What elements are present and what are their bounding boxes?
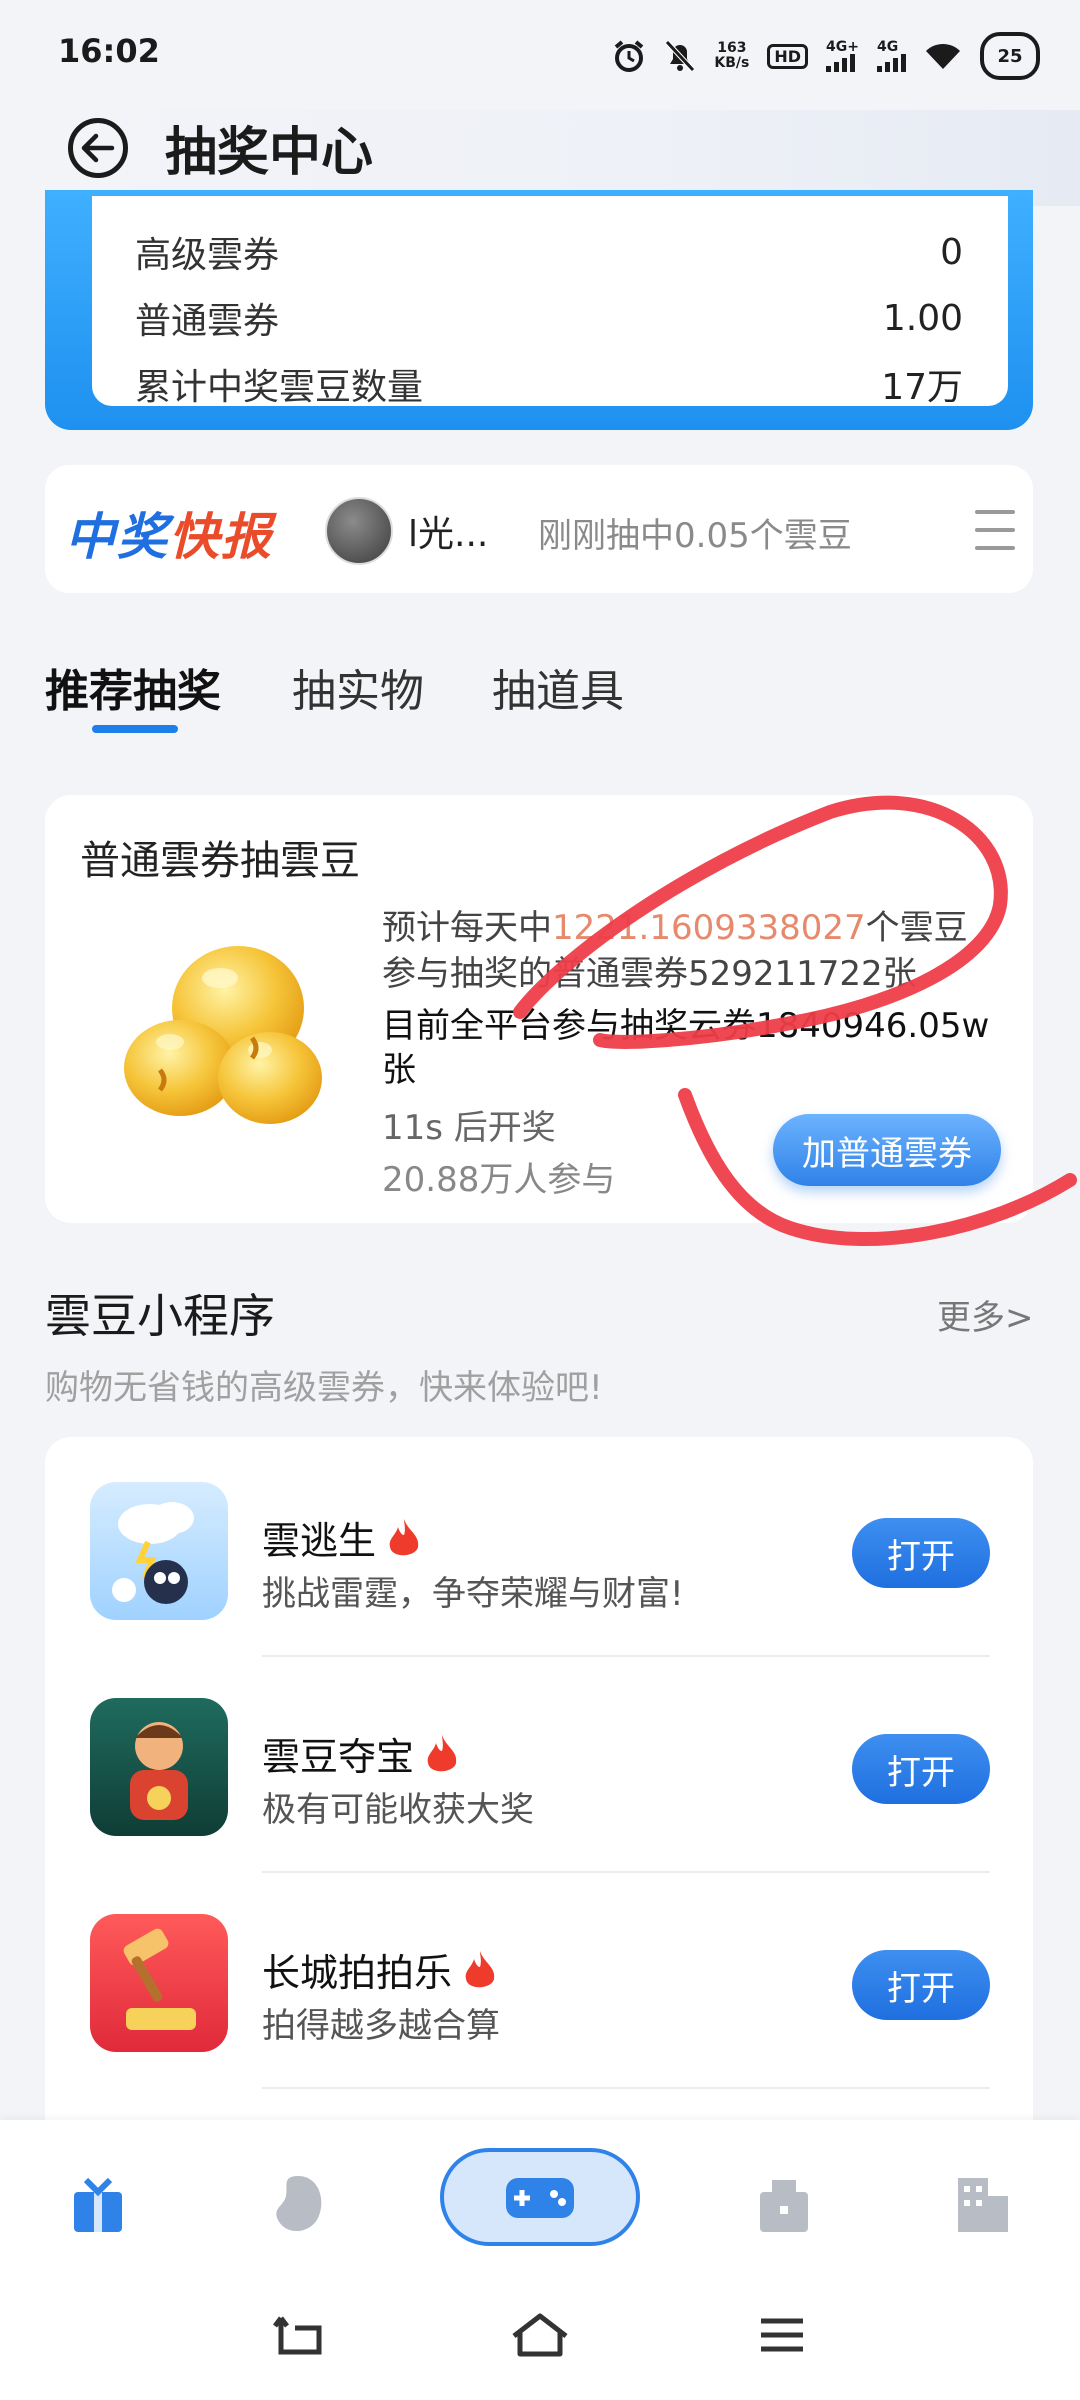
lottery-platform-coupon-unit: 张 [382, 1050, 416, 1090]
tower-icon [958, 2178, 1008, 2232]
bell-muted-icon [664, 39, 696, 73]
building-icon [760, 2180, 808, 2232]
divider [262, 2087, 990, 2089]
home-icon [512, 2313, 568, 2357]
mini-program-icon-escape[interactable] [90, 1482, 228, 1620]
lottery-platform-coupon-total: 目前全平台参与抽奖云券1840946.05w [382, 1006, 990, 1046]
nav-bean[interactable] [262, 2168, 334, 2240]
hd-badge: HD [767, 43, 809, 69]
gamepad-icon [506, 2178, 574, 2218]
status-time: 16:02 [58, 32, 160, 70]
back-button[interactable] [68, 118, 128, 178]
signal-sim1-icon: 4G+ [826, 40, 859, 72]
mini-program-name: 雲豆夺宝 [262, 1735, 415, 1779]
stat-value: 1.00 [882, 297, 963, 339]
tab-recommended[interactable]: 推荐抽奖 [45, 655, 221, 719]
system-menu-button[interactable] [752, 2310, 812, 2360]
stat-value: 0 [940, 231, 963, 273]
storm-cloud-icon [112, 1502, 194, 1604]
battery-icon: 25 [980, 32, 1040, 80]
nav-store[interactable] [748, 2168, 820, 2240]
section-subtitle: 购物无省钱的高级雲券，快来体验吧! [45, 1368, 603, 1408]
golden-bean-image [124, 946, 322, 1124]
stat-row-premium-coupon: 高级雲券 0 [135, 222, 963, 282]
lottery-title: 普通雲券抽雲豆 [80, 838, 360, 884]
mini-program-name: 长城拍拍乐 [262, 1951, 453, 1995]
mini-program-desc: 拍得越多越合算 [262, 2006, 500, 2046]
gift-icon [74, 2177, 122, 2232]
tab-physical-prizes[interactable]: 抽实物 [292, 655, 424, 719]
more-link[interactable]: 更多> [937, 1290, 1034, 1339]
mini-program-item: 长城拍拍乐 [262, 1942, 498, 1997]
lottery-daily-estimate: 预计每天中1221.1609338027个雲豆 [382, 908, 968, 948]
signal-sim2-icon: 4G [877, 40, 906, 72]
return-icon [273, 2316, 322, 2355]
news-username: l光... [408, 514, 489, 555]
system-home-button[interactable] [510, 2310, 570, 2360]
section-title-mini-programs: 雲豆小程序 [45, 1289, 275, 1343]
avatar [325, 497, 393, 565]
list-icon[interactable] [975, 510, 1015, 550]
auction-gavel-icon [123, 1928, 196, 2030]
nav-city[interactable] [946, 2168, 1018, 2240]
divider [262, 1655, 990, 1657]
back-arrow-icon [81, 133, 115, 163]
open-button-auction[interactable]: 打开 [852, 1950, 990, 2020]
fire-icon [389, 1518, 419, 1555]
net-speed: 163 KB/s [714, 40, 750, 71]
mini-program-desc: 极有可能收获大奖 [262, 1790, 534, 1830]
wifi-icon [924, 41, 962, 71]
lottery-normal-coupon-count: 参与抽奖的普通雲券529211722张 [382, 954, 917, 994]
treasure-character-icon [130, 1722, 188, 1820]
system-back-button[interactable] [270, 2310, 330, 2360]
lottery-countdown: 11s 后开奖 [382, 1108, 556, 1148]
mini-program-item: 雲豆夺宝 [262, 1726, 460, 1781]
mini-program-item: 雲逃生 [262, 1510, 422, 1565]
stat-value: 17万 [881, 367, 963, 408]
menu-icon [761, 2318, 803, 2352]
news-brand-logo: 中奖快报 [65, 508, 273, 566]
open-button-treasure[interactable]: 打开 [852, 1734, 990, 1804]
add-coupon-button[interactable]: 加普通雲券 [773, 1114, 1001, 1186]
fire-icon [427, 1734, 457, 1771]
tab-items[interactable]: 抽道具 [492, 655, 624, 719]
tab-indicator [92, 725, 178, 733]
stat-label: 累计中奖雲豆数量 [135, 367, 424, 408]
mini-program-icon-auction[interactable] [90, 1914, 228, 2052]
nav-gift[interactable] [62, 2168, 134, 2240]
bean-icon [276, 2176, 322, 2232]
stat-label: 高级雲券 [135, 235, 280, 276]
page-title: 抽奖中心 [165, 123, 374, 183]
fire-icon [465, 1950, 495, 1987]
mini-program-name: 雲逃生 [262, 1519, 377, 1563]
open-button-escape[interactable]: 打开 [852, 1518, 990, 1588]
stat-row-total-beans: 累计中奖雲豆数量 17万 [135, 354, 963, 414]
stat-row-normal-coupon: 普通雲券 1.00 [135, 288, 963, 348]
status-icons: 163 KB/s HD 4G+ 4G 25 [612, 30, 1040, 82]
alarm-icon [612, 39, 646, 73]
mini-program-desc: 挑战雷霆，争夺荣耀与财富! [262, 1574, 684, 1614]
news-message: 刚刚抽中0.05个雲豆 [538, 516, 852, 556]
mini-program-icon-treasure[interactable] [90, 1698, 228, 1836]
divider [262, 1871, 990, 1873]
nav-games[interactable] [440, 2148, 640, 2246]
stat-label: 普通雲券 [135, 301, 280, 342]
lottery-participants: 20.88万人参与 [382, 1160, 616, 1200]
